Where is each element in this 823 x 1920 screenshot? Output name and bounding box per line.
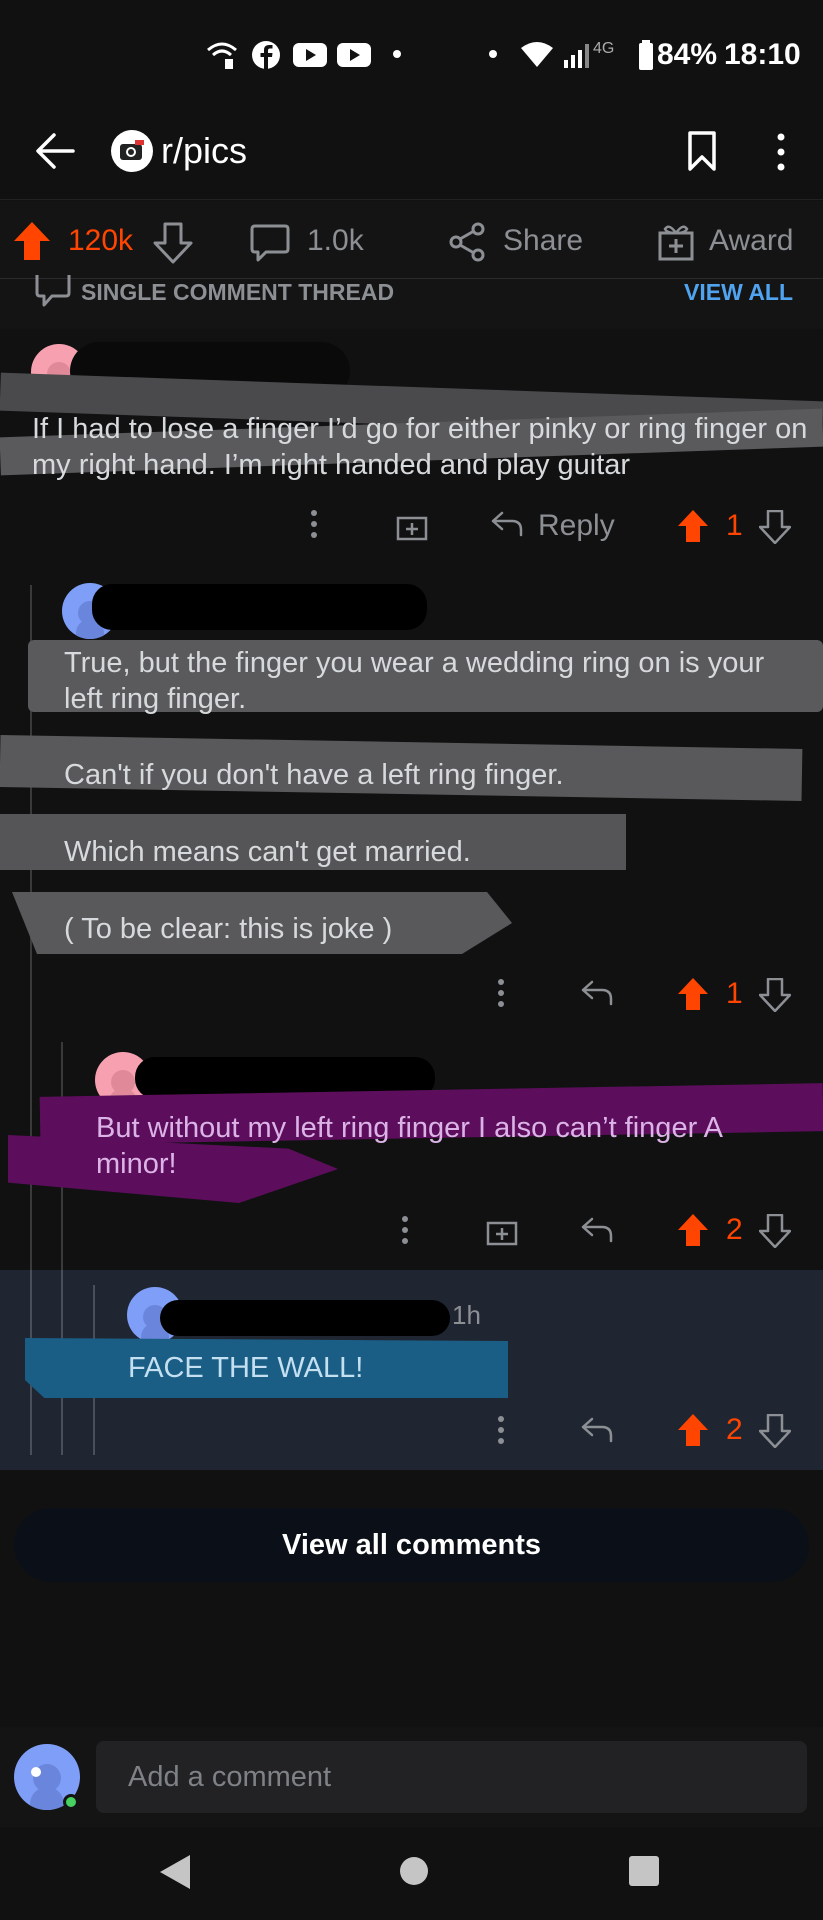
award-icon[interactable]: [657, 221, 695, 261]
highlighted-comment: 1h FACE THE WALL! 2: [0, 1270, 823, 1470]
comment-paragraph: ( To be clear: this is joke ): [64, 913, 393, 945]
reply-icon[interactable]: [580, 1415, 614, 1445]
comment-count[interactable]: 1.0k: [307, 224, 364, 258]
share-icon[interactable]: [448, 222, 486, 262]
notification-dot: [489, 50, 497, 58]
nav-recents-icon[interactable]: [628, 1855, 660, 1887]
comment-text: FACE THE WALL!: [128, 1352, 364, 1384]
comment-thread-icon: [35, 275, 71, 307]
downvote-icon[interactable]: [759, 978, 791, 1012]
vote-count: 1: [726, 509, 743, 542]
back-arrow-icon[interactable]: [34, 130, 76, 172]
youtube-icon: [293, 43, 327, 67]
app-header: r/pics: [0, 110, 823, 200]
nav-home-icon[interactable]: [398, 1855, 430, 1887]
wifi-calling-icon: [207, 42, 237, 69]
bookmark-icon[interactable]: [687, 130, 717, 172]
redacted-username: [92, 584, 427, 630]
comment-text: If I had to lose a finger I’d go for eit…: [32, 413, 808, 481]
comment-input[interactable]: Add a comment: [96, 1741, 807, 1813]
downvote-icon[interactable]: [759, 510, 791, 544]
status-bar: 4G 84% 18:10: [0, 0, 823, 110]
wifi-icon: [521, 42, 553, 67]
award-icon[interactable]: [396, 509, 428, 541]
clock: 18:10: [724, 38, 801, 71]
award-label[interactable]: Award: [709, 224, 794, 258]
vote-count: 2: [726, 1213, 743, 1246]
reply-icon[interactable]: [580, 1215, 614, 1245]
downvote-icon[interactable]: [153, 222, 193, 264]
comment: True, but the finger you wear a wedding …: [0, 580, 823, 1012]
award-icon[interactable]: [486, 1214, 518, 1246]
signal-icon: [564, 44, 589, 68]
thread-label: SINGLE COMMENT THREAD: [81, 279, 395, 305]
nav-back-icon[interactable]: [158, 1853, 192, 1891]
reply-icon[interactable]: [580, 978, 614, 1008]
youtube-icon: [337, 43, 371, 67]
comment-icon[interactable]: [250, 223, 290, 263]
upvote-icon[interactable]: [12, 220, 52, 262]
more-options-icon[interactable]: [495, 1415, 507, 1445]
facebook-icon: [252, 41, 280, 69]
online-status-dot: [63, 1794, 79, 1810]
downvote-icon[interactable]: [759, 1214, 791, 1248]
android-nav-bar: [0, 1827, 823, 1920]
comment-input-placeholder: Add a comment: [128, 1760, 332, 1793]
comment-text: But without my left ring finger I also c…: [96, 1112, 722, 1180]
comment: If I had to lose a finger I’d go for eit…: [0, 329, 823, 559]
more-options-icon[interactable]: [495, 978, 507, 1008]
battery-icon: [639, 40, 653, 70]
more-options-icon[interactable]: [774, 132, 788, 172]
post-actions-bar: 120k 1.0k Share Award: [0, 201, 823, 279]
comment: But without my left ring finger I also c…: [0, 1040, 823, 1270]
upvote-count: 120k: [68, 224, 134, 257]
share-label[interactable]: Share: [503, 224, 583, 258]
upvote-icon[interactable]: [677, 509, 709, 543]
comment-paragraph: Can't if you don't have a left ring fing…: [64, 759, 564, 791]
comment-input-bar: Add a comment: [0, 1727, 823, 1827]
subreddit-avatar[interactable]: [111, 130, 153, 172]
comment-time: 1h: [452, 1300, 481, 1330]
redacted-username: [160, 1300, 450, 1336]
vote-count: 2: [726, 1413, 743, 1446]
notification-dot: [393, 50, 401, 58]
more-options-icon[interactable]: [308, 509, 320, 539]
view-all-comments-button[interactable]: View all comments: [14, 1508, 809, 1582]
upvote-icon[interactable]: [677, 1213, 709, 1247]
vote-count: 1: [726, 977, 743, 1010]
view-all-link[interactable]: VIEW ALL: [684, 279, 793, 306]
thread-bar: SINGLE COMMENT THREAD VIEW ALL: [0, 275, 823, 329]
upvote-icon[interactable]: [677, 977, 709, 1011]
more-options-icon[interactable]: [399, 1215, 411, 1245]
comment-paragraph: True, but the finger you wear a wedding …: [64, 647, 765, 715]
downvote-icon[interactable]: [759, 1414, 791, 1448]
upvote-icon[interactable]: [677, 1413, 709, 1447]
comment-paragraph: Which means can't get married.: [64, 836, 471, 868]
subreddit-name[interactable]: r/pics: [161, 130, 247, 172]
reply-label[interactable]: Reply: [538, 509, 615, 543]
view-all-comments-label: View all comments: [282, 1528, 541, 1561]
network-type: 4G: [593, 40, 615, 57]
battery-level: 84%: [657, 38, 718, 71]
reply-icon[interactable]: [490, 509, 524, 539]
